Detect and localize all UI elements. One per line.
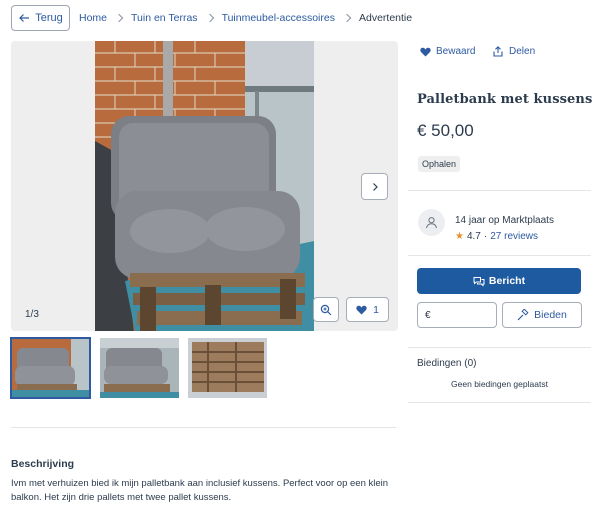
chevron-right-icon xyxy=(205,13,214,23)
chat-icon xyxy=(473,276,485,287)
save-label: Bewaard xyxy=(436,46,476,57)
seller-membership: 14 jaar op Marktplaats xyxy=(455,215,554,226)
thumbnail-3[interactable] xyxy=(188,338,267,398)
reviews-link[interactable]: 27 reviews xyxy=(490,231,538,242)
back-button[interactable]: Terug xyxy=(11,5,70,31)
message-button[interactable]: Bericht xyxy=(417,268,581,294)
bids-empty-message: Geen biedingen geplaatst xyxy=(451,379,548,389)
listing-price: € 50,00 xyxy=(417,121,474,140)
heart-icon xyxy=(420,47,431,56)
arrow-left-icon xyxy=(19,14,30,22)
zoom-in-icon xyxy=(320,304,332,315)
share-button[interactable]: Delen xyxy=(493,46,535,57)
description-title: Beschrijving xyxy=(11,458,75,470)
chevron-right-icon xyxy=(114,13,124,23)
breadcrumb-subcategory[interactable]: Tuinmeubel-accessoires xyxy=(222,12,335,24)
divider xyxy=(408,402,591,403)
zoom-button[interactable] xyxy=(313,297,339,322)
chevron-right-icon xyxy=(342,13,352,23)
gavel-icon xyxy=(517,309,529,321)
bid-amount-input[interactable]: € xyxy=(417,302,497,328)
share-icon xyxy=(493,46,503,57)
bid-button[interactable]: Bieden xyxy=(502,302,582,328)
bids-title: Biedingen (0) xyxy=(417,358,477,369)
favorite-count: 1 xyxy=(373,303,379,316)
divider xyxy=(408,347,591,348)
heart-icon xyxy=(356,305,367,314)
divider xyxy=(408,255,591,256)
share-label: Delen xyxy=(509,46,536,57)
bid-label: Bieden xyxy=(534,309,567,321)
currency-prefix: € xyxy=(425,309,431,321)
listing-photo[interactable] xyxy=(95,41,314,331)
divider xyxy=(408,190,591,191)
image-gallery: 1/3 1 xyxy=(11,41,398,331)
divider xyxy=(11,427,396,428)
thumbnail-2[interactable] xyxy=(100,338,179,398)
thumbnail-1[interactable] xyxy=(10,337,91,399)
favorite-button[interactable]: 1 xyxy=(346,297,389,322)
back-label: Terug xyxy=(35,12,63,24)
next-image-button[interactable] xyxy=(361,173,388,200)
delivery-badge: Ophalen xyxy=(418,156,461,172)
image-counter: 1/3 xyxy=(20,307,44,322)
description-text: Ivm met verhuizen bied ik mijn palletban… xyxy=(11,478,389,503)
breadcrumb-category[interactable]: Tuin en Terras xyxy=(131,12,198,24)
breadcrumb-home[interactable]: Home xyxy=(79,12,107,24)
message-label: Bericht xyxy=(488,275,526,287)
listing-title: Palletbank met kussens xyxy=(417,92,593,107)
avatar[interactable] xyxy=(418,209,445,236)
user-icon xyxy=(426,217,437,229)
breadcrumb: Home Tuin en Terras Tuinmeubel-accessoir… xyxy=(79,12,412,24)
seller-rating: ★ 4.7 · 27 reviews xyxy=(455,231,538,242)
rating-separator: · xyxy=(483,231,488,242)
star-icon: ★ xyxy=(455,231,464,242)
save-button[interactable]: Bewaard xyxy=(420,46,475,57)
breadcrumb-current: Advertentie xyxy=(358,12,413,24)
chevron-right-icon xyxy=(372,182,378,191)
rating-score: 4.7 xyxy=(466,231,481,242)
